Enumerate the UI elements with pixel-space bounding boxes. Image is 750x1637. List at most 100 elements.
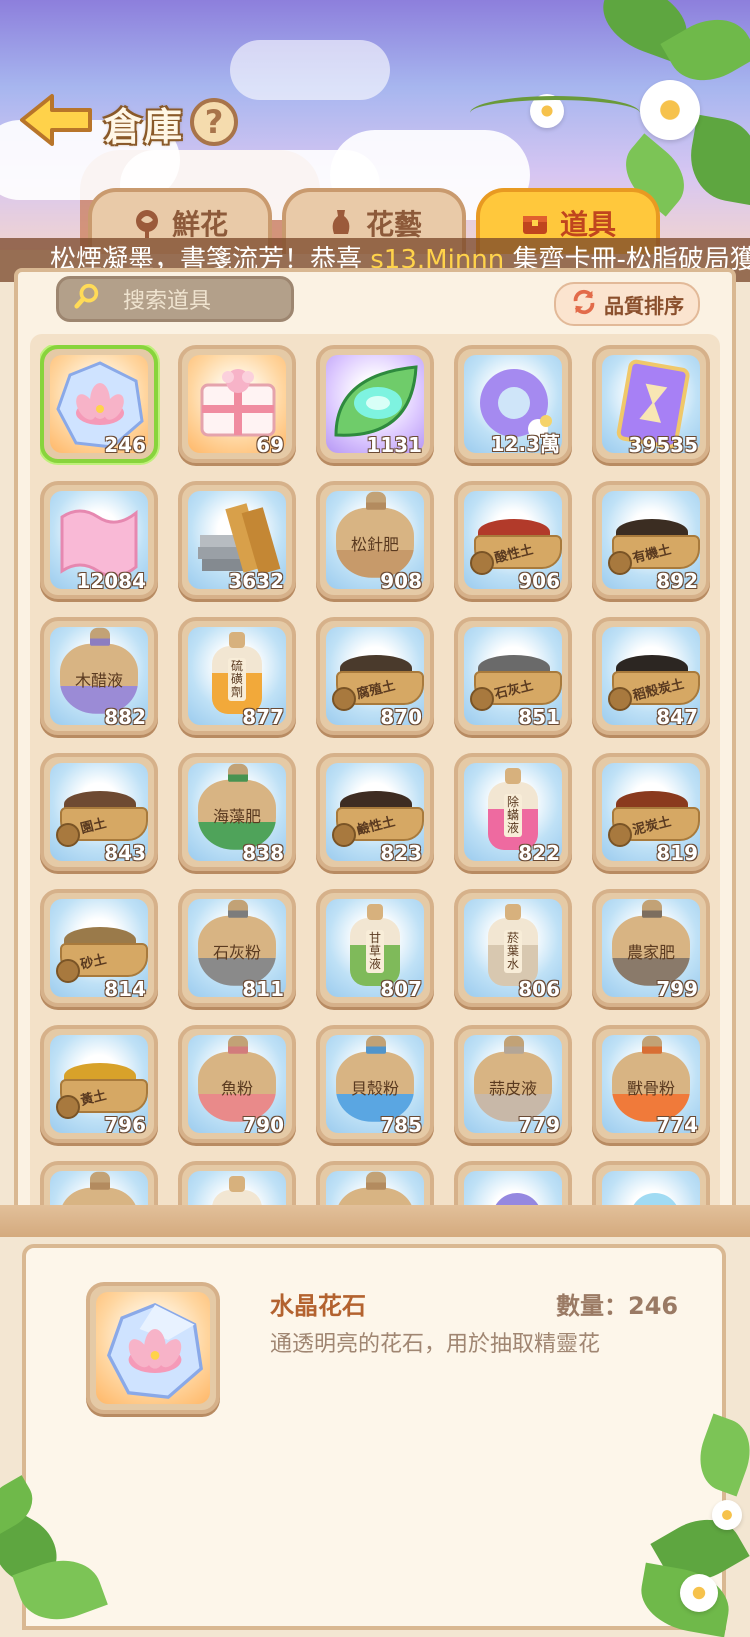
inventory-item[interactable]: 腐殖土 870 [316, 617, 434, 735]
sack-icon: 獸骨粉 [612, 1051, 690, 1122]
item-count: 822 [518, 841, 560, 865]
item-count: 785 [380, 1113, 422, 1137]
inventory-item[interactable]: 海藻肥 838 [178, 753, 296, 871]
selected-item-icon [86, 1282, 220, 1414]
rose-icon [132, 208, 162, 238]
inventory-item[interactable]: 有機土 892 [592, 481, 710, 599]
inventory-item[interactable]: 蒜皮液 779 [454, 1025, 572, 1143]
item-label: 貝殼粉 [350, 1078, 399, 1098]
sort-by-quality-button[interactable]: 品質排序 [554, 282, 700, 326]
search-icon [73, 282, 101, 316]
sack-icon: 農家肥 [612, 915, 690, 986]
bottle-icon: 除蟎液 [488, 767, 538, 850]
inventory-item[interactable]: 獸骨粉 774 [592, 1025, 710, 1143]
item-count: 838 [242, 841, 284, 865]
item-count: 851 [518, 705, 560, 729]
inventory-item[interactable]: 酸性土 906 [454, 481, 572, 599]
item-count: 39535 [628, 433, 698, 457]
item-label: 農家肥 [626, 942, 675, 962]
selected-item-quantity: 數量：246 [556, 1292, 679, 1320]
inventory-item[interactable]: 泥炭土 819 [592, 753, 710, 871]
inventory-item[interactable]: 石灰土 851 [454, 617, 572, 735]
selected-item-name: 水晶花石 [270, 1292, 366, 1320]
help-button[interactable]: ? [190, 98, 238, 146]
inventory-item[interactable]: 甘草液 807 [316, 889, 434, 1007]
item-label: 蒜皮液 [488, 1078, 537, 1098]
inventory-item[interactable]: 3632 [178, 481, 296, 599]
item-count: 814 [104, 977, 146, 1001]
item-count: 12084 [76, 569, 146, 593]
chest-icon [520, 208, 550, 238]
page-title: 倉庫 [104, 105, 185, 149]
item-count: 790 [242, 1113, 284, 1137]
sack-icon: 木醋液 [60, 643, 138, 714]
item-count: 3632 [228, 569, 284, 593]
item-label: 除蟎液 [504, 794, 522, 838]
item-count: 843 [104, 841, 146, 865]
item-label: 松針肥 [350, 534, 399, 554]
inventory-item[interactable]: 69 [178, 345, 296, 463]
inventory-item[interactable]: 貝殼粉 785 [316, 1025, 434, 1143]
inventory-item[interactable]: 除蟎液 822 [454, 753, 572, 871]
sack-icon: 海藻肥 [198, 779, 276, 850]
item-label: 海藻肥 [212, 806, 261, 826]
sack-icon: 石灰粉 [198, 915, 276, 986]
search-placeholder: 搜索道具 [123, 289, 212, 314]
item-count: 799 [656, 977, 698, 1001]
tab-label: 鮮花 [171, 208, 228, 241]
sack-icon: 魚粉 [198, 1051, 276, 1122]
item-label: 魚粉 [220, 1078, 253, 1098]
item-count: 870 [380, 705, 422, 729]
inventory-item[interactable]: 砂土 814 [40, 889, 158, 1007]
search-input[interactable]: 搜索道具 [56, 276, 294, 322]
inventory-item[interactable]: 12084 [40, 481, 158, 599]
inventory-item[interactable]: 鹼性土 823 [316, 753, 434, 871]
item-count: 796 [104, 1113, 146, 1137]
sack-icon: 蒜皮液 [474, 1051, 552, 1122]
item-count: 823 [380, 841, 422, 865]
item-count: 892 [656, 569, 698, 593]
item-grid: 246 69 1131 12.3萬 39535 12084 3632 松針肥 908 酸性土 906… [40, 345, 716, 1217]
item-count: 819 [656, 841, 698, 865]
item-label: 硫磺劑 [228, 658, 246, 702]
item-count: 806 [518, 977, 560, 1001]
inventory-item[interactable]: 石灰粉 811 [178, 889, 296, 1007]
inventory-item[interactable]: 246 [40, 345, 158, 463]
inventory-item[interactable]: 稻殼炭土 847 [592, 617, 710, 735]
crystal-lotus-icon [107, 1302, 203, 1399]
tab-label: 道具 [559, 208, 616, 241]
item-count: 1131 [366, 433, 422, 457]
item-count: 774 [656, 1113, 698, 1137]
item-label: 木醋液 [74, 670, 123, 690]
inventory-item[interactable]: 39535 [592, 345, 710, 463]
tab-label: 花藝 [365, 208, 422, 241]
selected-item-description: 通透明亮的花石，用於抽取精靈花 [270, 1332, 601, 1357]
refresh-icon [570, 288, 598, 321]
inventory-item[interactable]: 1131 [316, 345, 434, 463]
item-count: 811 [242, 977, 284, 1001]
inventory-item[interactable]: 菸葉水 806 [454, 889, 572, 1007]
item-count: 12.3萬 [490, 432, 560, 456]
inventory-item[interactable]: 12.3萬 [454, 345, 572, 463]
inventory-item[interactable]: 魚粉 790 [178, 1025, 296, 1143]
inventory-item[interactable]: 木醋液 882 [40, 617, 158, 735]
inventory-item[interactable]: 硫磺劑 877 [178, 617, 296, 735]
inventory-item[interactable]: 園土 843 [40, 753, 158, 871]
vase-icon [326, 208, 356, 238]
bottle-icon: 硫磺劑 [212, 631, 262, 714]
bottle-icon: 甘草液 [350, 903, 400, 986]
arrow-left-icon [20, 94, 92, 146]
inventory-item[interactable]: 松針肥 908 [316, 481, 434, 599]
item-label: 甘草液 [366, 930, 384, 974]
item-label: 石灰粉 [212, 942, 261, 962]
item-count: 908 [380, 569, 422, 593]
item-label: 菸葉水 [504, 930, 522, 974]
bottle-icon: 菸葉水 [488, 903, 538, 986]
item-count: 69 [256, 433, 284, 457]
item-count: 246 [104, 433, 146, 457]
back-button[interactable] [18, 92, 94, 148]
detail-frame [0, 1205, 750, 1237]
inventory-item[interactable]: 黃土 796 [40, 1025, 158, 1143]
inventory-item[interactable]: 農家肥 799 [592, 889, 710, 1007]
item-count: 882 [104, 705, 146, 729]
